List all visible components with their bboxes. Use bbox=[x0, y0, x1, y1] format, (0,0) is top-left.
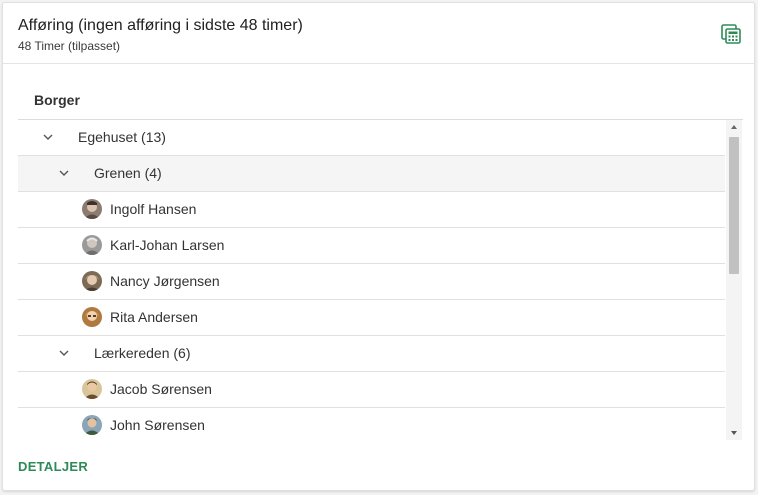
citizen-row[interactable]: John Sørensen bbox=[18, 408, 725, 440]
scroll-up-button[interactable] bbox=[726, 120, 742, 134]
details-link[interactable]: DETALJER bbox=[18, 459, 88, 474]
vertical-scrollbar[interactable] bbox=[726, 120, 742, 440]
group-label: Lærkereden (6) bbox=[94, 345, 191, 361]
avatar bbox=[82, 415, 102, 435]
citizen-name: Karl-Johan Larsen bbox=[110, 237, 225, 253]
chevron-down-icon[interactable] bbox=[42, 131, 54, 143]
card-header: Afføring (ingen afføring i sidste 48 tim… bbox=[3, 3, 754, 64]
card-subtitle: 48 Timer (tilpasset) bbox=[18, 39, 121, 53]
calculator-button[interactable] bbox=[720, 23, 742, 45]
avatar bbox=[82, 235, 102, 255]
card-title: Afføring (ingen afføring i sidste 48 tim… bbox=[18, 17, 303, 34]
citizen-name: Ingolf Hansen bbox=[110, 201, 197, 217]
citizen-name: John Sørensen bbox=[110, 417, 205, 433]
citizen-row[interactable]: Ingolf Hansen bbox=[18, 192, 725, 228]
column-header-borger[interactable]: Borger bbox=[34, 92, 80, 108]
citizen-name: Jacob Sørensen bbox=[110, 381, 212, 397]
citizen-row[interactable]: Karl-Johan Larsen bbox=[18, 228, 725, 264]
tree-group-row[interactable]: Lærkereden (6) bbox=[18, 336, 725, 372]
tree-group-row[interactable]: Egehuset (13) bbox=[18, 120, 725, 156]
avatar bbox=[82, 307, 102, 327]
calculator-icon bbox=[721, 24, 741, 44]
caret-down-icon bbox=[731, 431, 737, 435]
chevron-down-icon[interactable] bbox=[58, 347, 70, 359]
tree-list: Egehuset (13) Grenen (4) Ingolf Hansen K… bbox=[18, 120, 725, 440]
chevron-down-icon[interactable] bbox=[58, 167, 70, 179]
citizen-row[interactable]: Jacob Sørensen bbox=[18, 372, 725, 408]
avatar bbox=[82, 379, 102, 399]
avatar bbox=[82, 271, 102, 291]
citizen-name: Rita Andersen bbox=[110, 309, 198, 325]
avatar bbox=[82, 199, 102, 219]
scrollbar-thumb[interactable] bbox=[729, 137, 739, 274]
caret-up-icon bbox=[731, 125, 737, 129]
citizen-name: Nancy Jørgensen bbox=[110, 273, 220, 289]
citizen-row[interactable]: Nancy Jørgensen bbox=[18, 264, 725, 300]
group-label: Egehuset (13) bbox=[78, 129, 166, 145]
widget-card: Afføring (ingen afføring i sidste 48 tim… bbox=[2, 2, 755, 491]
scroll-down-button[interactable] bbox=[726, 426, 742, 440]
citizen-row[interactable]: Rita Andersen bbox=[18, 300, 725, 336]
tree-group-row[interactable]: Grenen (4) bbox=[18, 156, 725, 192]
group-label: Grenen (4) bbox=[94, 165, 162, 181]
